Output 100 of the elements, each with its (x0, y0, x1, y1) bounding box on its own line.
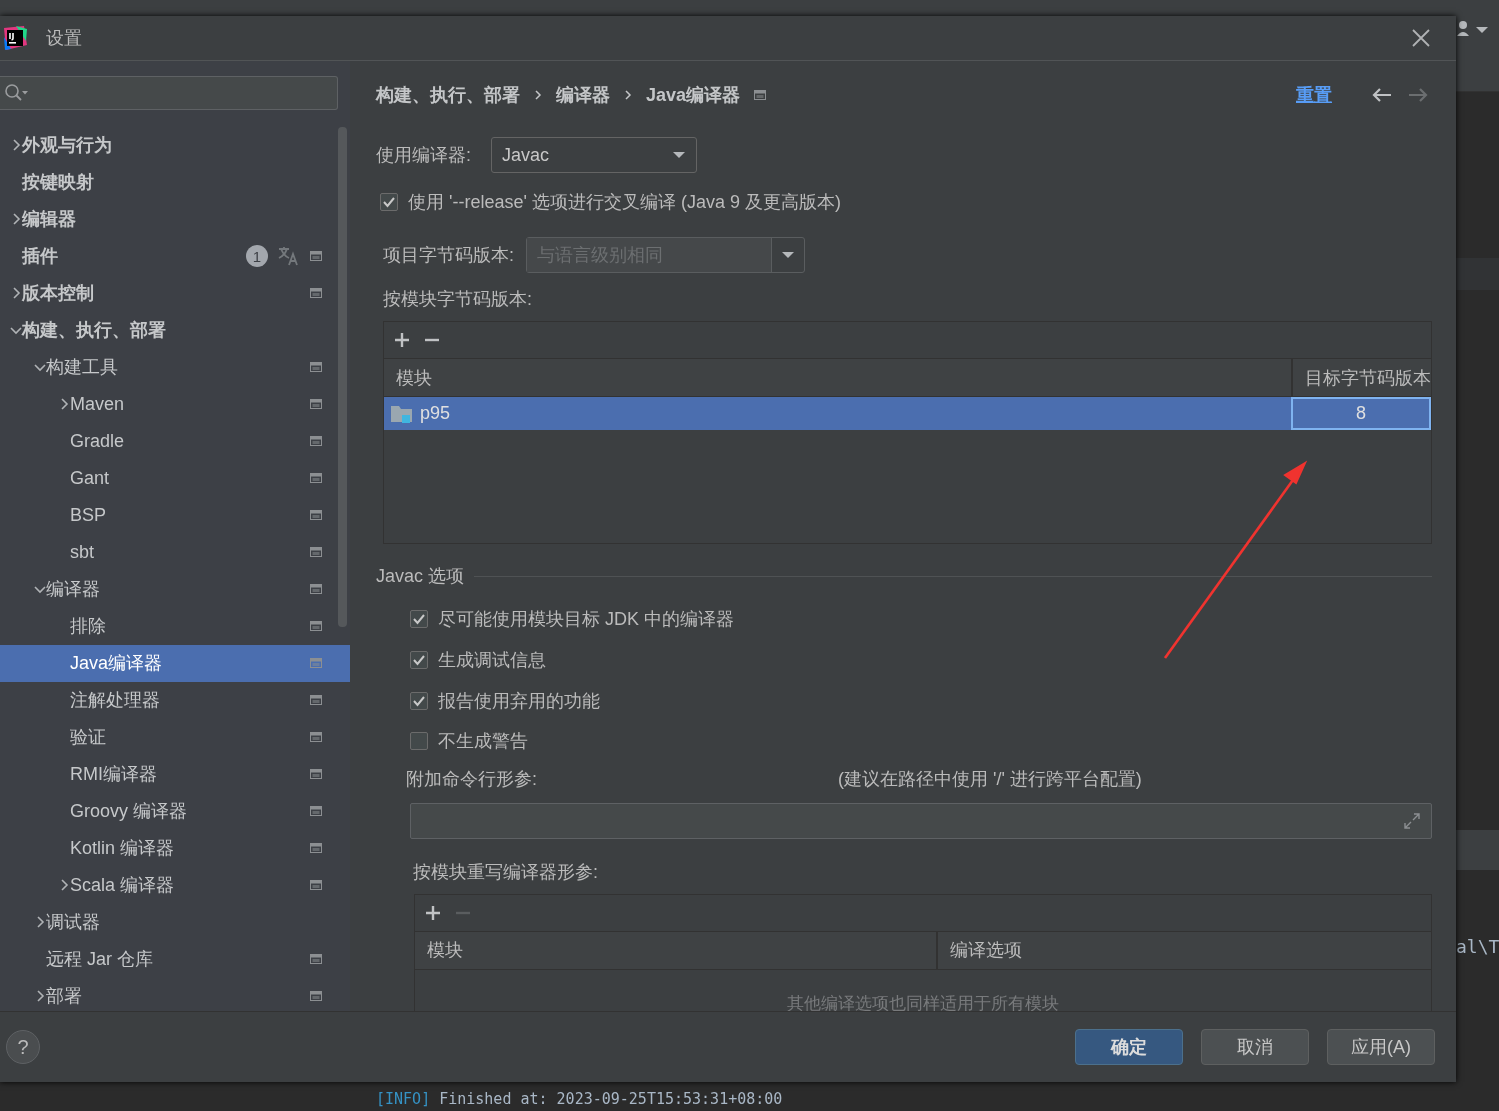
notification-badge: 1 (246, 245, 268, 267)
window-icon (310, 510, 322, 520)
window-icon (754, 90, 767, 100)
sidebar-item[interactable]: 构建工具 (0, 348, 350, 386)
window-icon (310, 436, 322, 446)
sidebar-item[interactable]: sbt (0, 533, 350, 571)
sidebar-item[interactable]: 远程 Jar 仓库 (0, 940, 350, 978)
sidebar-item[interactable]: 构建、执行、部署 (0, 311, 350, 349)
window-icon (310, 880, 322, 890)
add-icon[interactable] (425, 904, 441, 921)
close-icon[interactable] (1412, 29, 1430, 47)
folder-icon (390, 403, 414, 424)
window-icon (310, 695, 322, 705)
chevron-right-icon[interactable] (34, 989, 46, 1002)
column-header[interactable]: 模块 (384, 359, 1291, 396)
hint-text: (建议在路径中使用 '/' 进行跨平台配置) (838, 767, 1142, 791)
window-icon (310, 547, 322, 557)
window-icon (310, 991, 322, 1001)
sidebar-item[interactable]: 注解处理器 (0, 681, 350, 719)
chevron-right-icon[interactable] (34, 915, 46, 928)
breadcrumb-item[interactable]: 构建、执行、部署 (376, 83, 520, 107)
checkbox[interactable] (410, 651, 428, 670)
app-logo-icon (2, 25, 28, 51)
dialog-button[interactable]: 取消 (1201, 1029, 1309, 1065)
chevron-right-icon[interactable] (10, 286, 22, 299)
window-icon (310, 473, 322, 483)
sidebar-item[interactable]: Kotlin 编译器 (0, 829, 350, 867)
window-icon (310, 806, 322, 816)
column-header[interactable]: 目标字节码版本 (1291, 359, 1431, 396)
log-line: [INFO] Finished at: 2023-09-25T15:53:31+08:00 (376, 1090, 783, 1108)
checkbox-label[interactable]: 生成调试信息 (438, 648, 546, 673)
checkbox-label[interactable]: 使用 '--release' 选项进行交叉编译 (Java 9 及更高版本) (408, 190, 841, 214)
breadcrumb-item[interactable]: 编译器 (556, 83, 610, 107)
chevron-right-icon[interactable] (58, 397, 70, 410)
sidebar-item[interactable]: 排除 (0, 607, 350, 645)
chevron-right-icon[interactable] (58, 878, 70, 891)
section-title: Javac 选项 (376, 565, 465, 588)
window-icon (310, 288, 322, 298)
sidebar-item[interactable]: BSP (0, 496, 350, 534)
sidebar-item[interactable]: 插件 1 (0, 237, 350, 275)
section-label: 按模块重写编译器形参: (413, 860, 599, 884)
sidebar-item[interactable]: Groovy 编译器 (0, 792, 350, 830)
window-icon (310, 584, 322, 594)
sidebar-item[interactable]: 版本控制 (0, 274, 350, 312)
dropdown-arrow-icon (672, 151, 686, 159)
help-button[interactable]: ? (6, 1030, 40, 1064)
window-icon (310, 732, 322, 742)
column-header[interactable]: 模块 (415, 931, 936, 969)
checkbox[interactable] (410, 691, 428, 710)
sidebar-item[interactable]: 部署 (0, 977, 350, 1011)
compiler-label: 使用编译器: (376, 144, 471, 167)
reset-link[interactable]: 重置 (1296, 83, 1332, 107)
checkbox-label[interactable]: 不生成警告 (438, 729, 528, 754)
table-row[interactable]: p95 8 (384, 397, 1431, 430)
sidebar-item[interactable]: 验证 (0, 718, 350, 756)
checkbox-label[interactable]: 报告使用弃用的功能 (438, 688, 600, 713)
back-arrow-icon[interactable] (1372, 87, 1392, 103)
window-title: 设置 (46, 27, 83, 50)
column-header[interactable]: 编译选项 (936, 931, 1431, 969)
checkbox-label[interactable]: 尽可能使用模块目标 JDK 中的编译器 (438, 607, 734, 632)
breadcrumb-item[interactable]: Java编译器 (646, 83, 741, 107)
sidebar-item[interactable]: 按键映射 (0, 163, 350, 201)
window-icon (310, 362, 322, 372)
sidebar-item[interactable]: 编译器 (0, 570, 350, 608)
compiler-dropdown[interactable]: Javac (491, 137, 697, 173)
code-text: al\T (1456, 936, 1499, 957)
chevron-right-icon[interactable] (10, 138, 22, 151)
table-cell[interactable]: 8 (1291, 397, 1431, 430)
dialog-button[interactable]: 应用(A) (1327, 1029, 1435, 1065)
scrollbar[interactable] (338, 127, 347, 627)
window-icon (310, 954, 322, 964)
sidebar-item[interactable]: Scala 编译器 (0, 866, 350, 904)
window-icon (310, 658, 322, 668)
bytecode-label: 项目字节码版本: (383, 244, 514, 267)
arguments-field[interactable] (410, 802, 1432, 839)
expand-icon[interactable] (1403, 811, 1421, 830)
chevron-right-icon (534, 89, 542, 101)
sidebar-item[interactable]: 调试器 (0, 903, 350, 941)
sidebar-item[interactable]: Gant (0, 459, 350, 497)
window-icon (310, 769, 322, 779)
ok-button[interactable]: 确定 (1075, 1029, 1183, 1065)
sidebar-item[interactable]: Gradle (0, 422, 350, 460)
empty-table-text: 其他编译选项也同样适用于所有模块 (787, 992, 1059, 1011)
sidebar-item[interactable]: Java编译器 (0, 644, 350, 682)
arguments-label: 附加命令行形参: (406, 767, 538, 791)
sidebar-item[interactable]: Maven (0, 385, 350, 423)
checkbox[interactable] (380, 193, 398, 211)
search-field[interactable] (0, 76, 338, 110)
window-icon (310, 399, 322, 409)
window-icon (310, 251, 322, 261)
chevron-right-icon[interactable] (10, 212, 22, 225)
window-icon (310, 621, 322, 631)
checkbox[interactable] (410, 732, 428, 751)
table-cell: p95 (420, 403, 451, 424)
checkbox[interactable] (410, 610, 428, 629)
sidebar-item[interactable]: 编辑器 (0, 200, 350, 238)
sidebar-item[interactable]: 外观与行为 (0, 126, 350, 164)
add-icon[interactable] (394, 332, 410, 348)
window-icon (310, 843, 322, 853)
sidebar-item[interactable]: RMI编译器 (0, 755, 350, 793)
